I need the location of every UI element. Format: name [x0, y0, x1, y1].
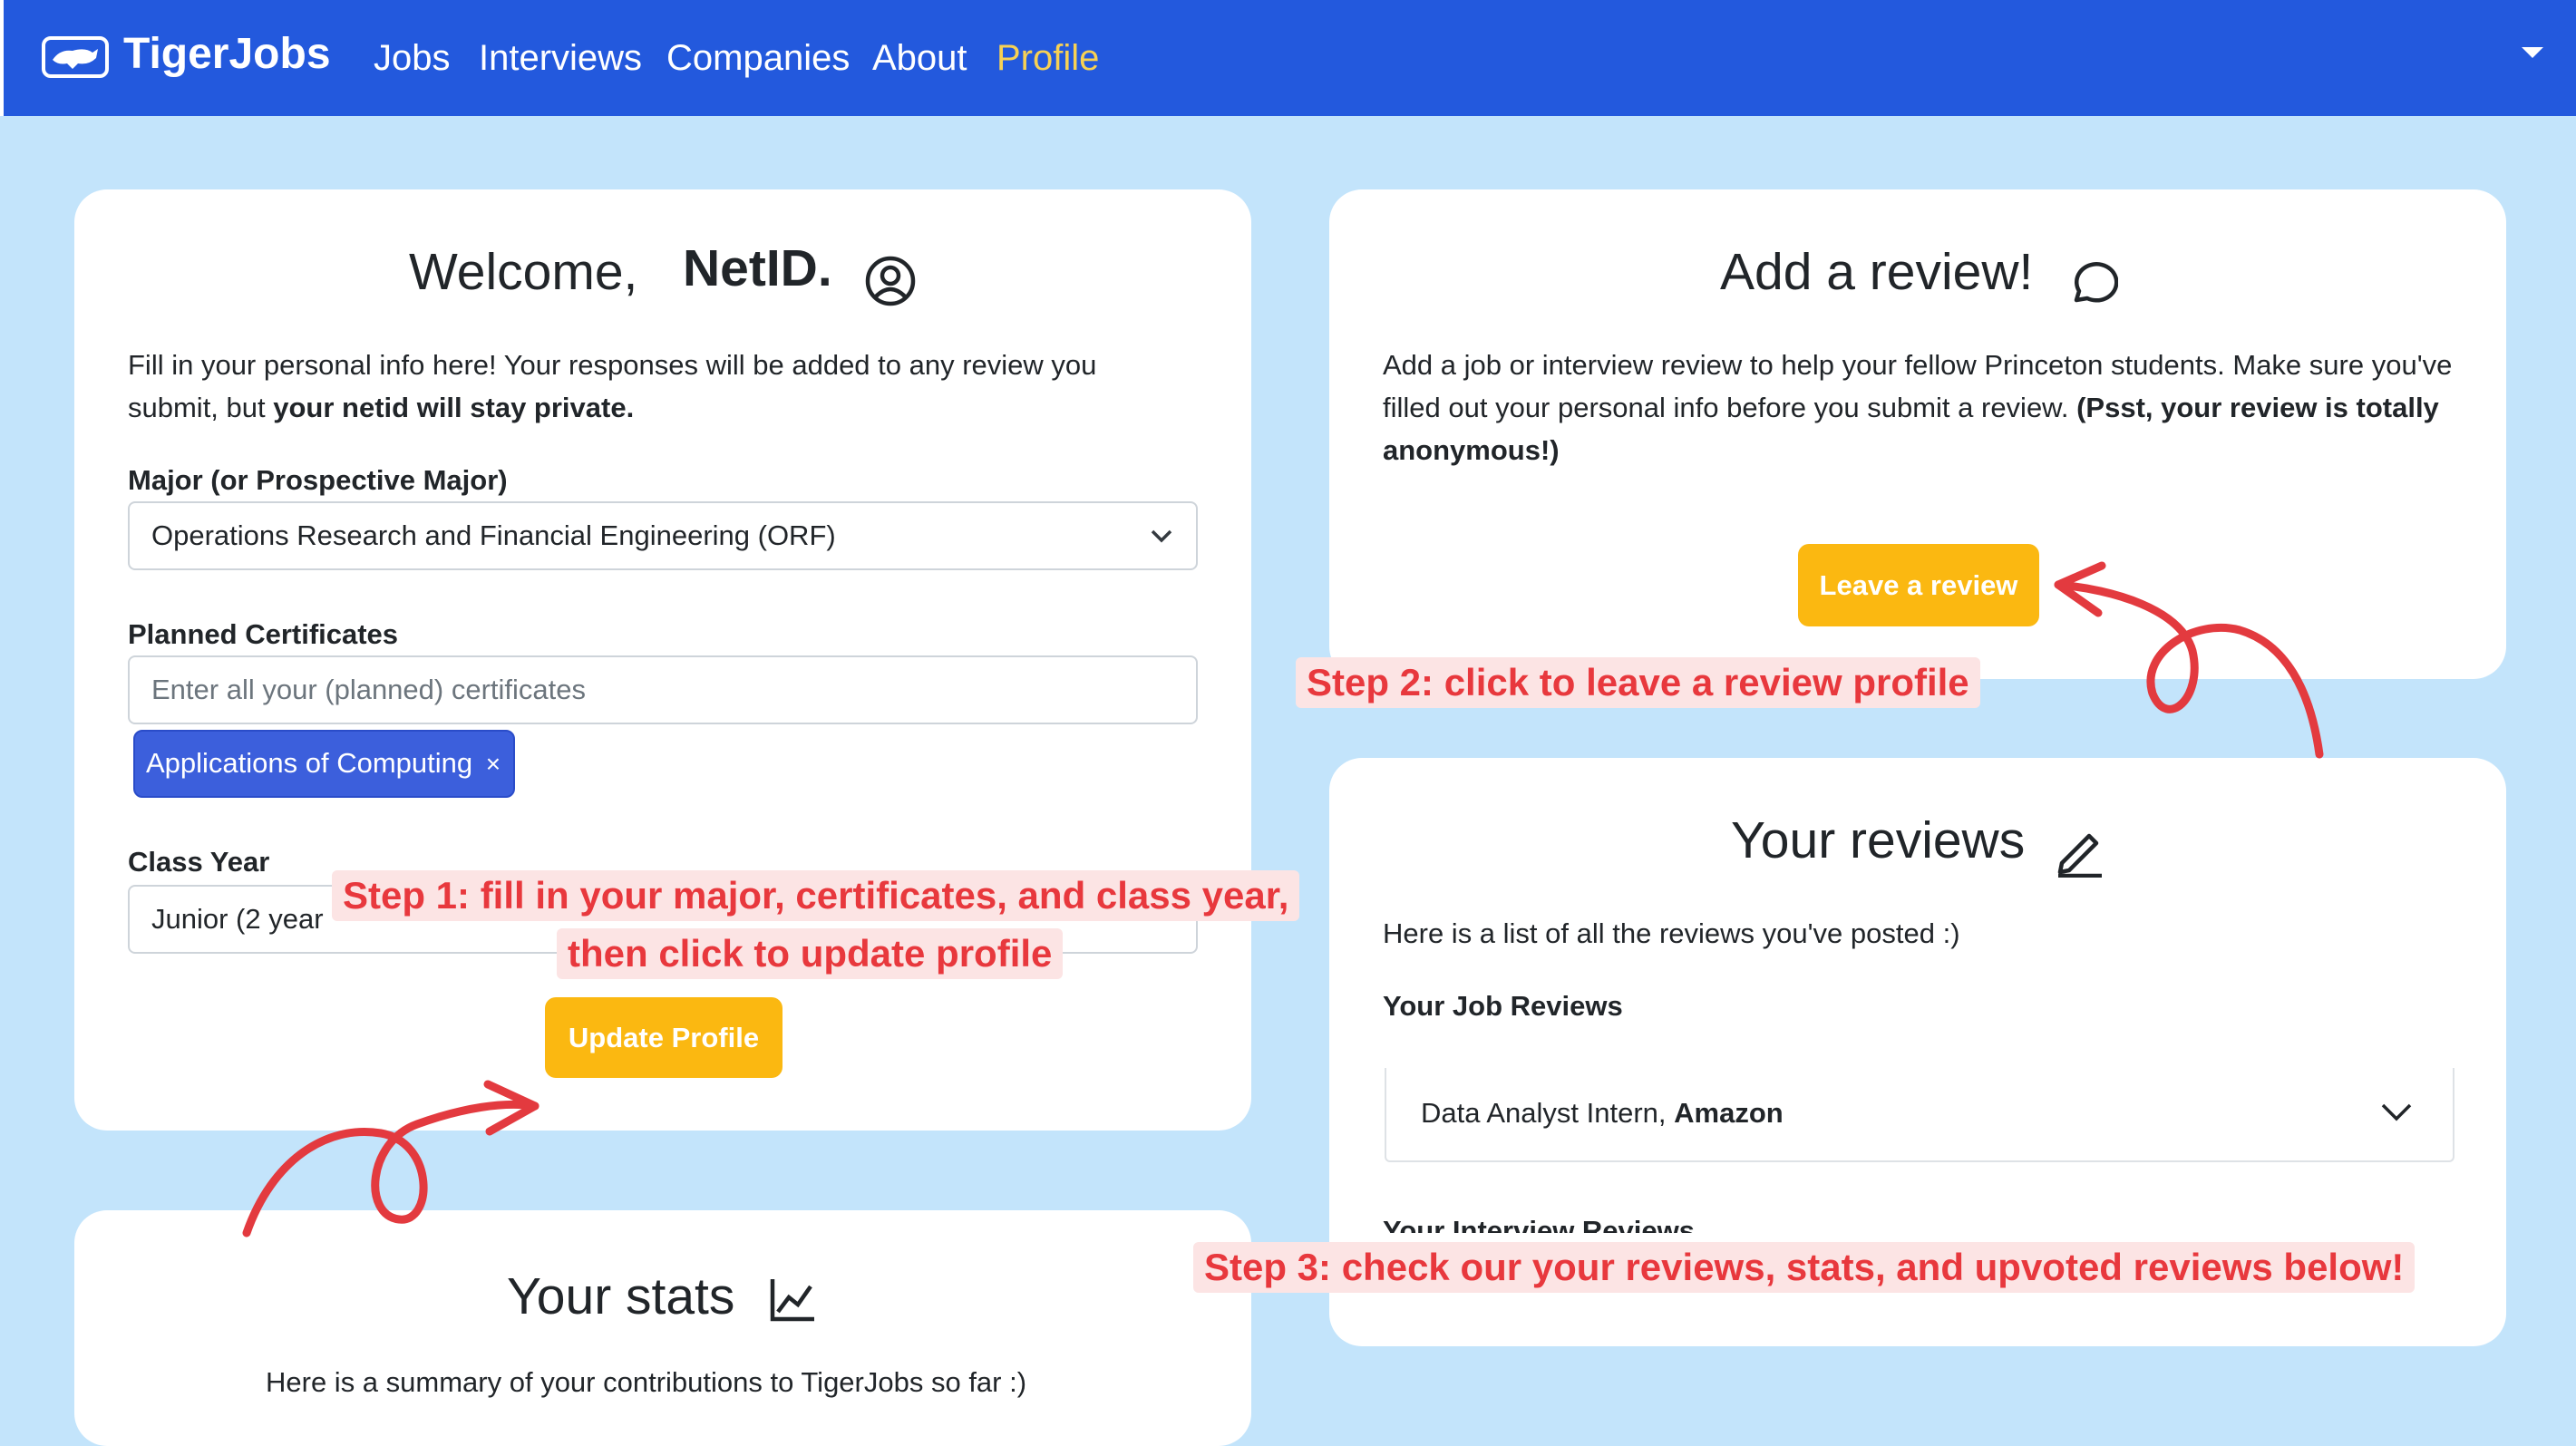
nav-link-interviews[interactable]: Interviews: [479, 33, 642, 83]
tiger-logo-icon[interactable]: [42, 33, 109, 80]
nav-dropdown-caret-icon[interactable]: [2522, 47, 2543, 58]
stats-text: Here is a summary of your contributions …: [266, 1366, 1027, 1398]
chart-line-icon: [770, 1279, 814, 1322]
your-reviews-text: Here is a list of all the reviews you've…: [1383, 917, 1960, 949]
brand-name[interactable]: TigerJobs: [123, 25, 331, 83]
user-circle-icon: [865, 256, 916, 306]
certificates-label: Planned Certificates: [128, 618, 399, 650]
navbar: TigerJobs Jobs Interviews Companies Abou…: [0, 0, 2576, 116]
leave-review-button[interactable]: Leave a review: [1798, 544, 2039, 626]
add-review-card: Add a review! Add a job or interview rev…: [1329, 189, 2506, 679]
step1-annotation-line2: then click to update profile: [557, 928, 1064, 979]
class-year-value: Junior (2 year: [151, 903, 324, 935]
welcome-card: Welcome, NetID. Fill in your personal in…: [74, 189, 1251, 1131]
nav-link-about[interactable]: About: [872, 33, 967, 83]
your-reviews-title: Your reviews: [1731, 811, 2026, 869]
job-review-accordion-item[interactable]: Data Analyst Intern, Amazon: [1385, 1068, 2454, 1162]
certificates-input[interactable]: Enter all your (planned) certificates: [128, 655, 1198, 724]
welcome-greeting: Welcome,: [409, 243, 638, 301]
add-review-title: Add a review!: [1720, 243, 2034, 301]
update-profile-button[interactable]: Update Profile: [545, 997, 783, 1078]
welcome-netid: NetID.: [683, 239, 832, 297]
chip-remove-icon[interactable]: ×: [486, 750, 501, 778]
job-review-item-title: Data Analyst Intern, Amazon: [1421, 1097, 1784, 1129]
major-select-value: Operations Research and Financial Engine…: [151, 519, 836, 551]
interview-reviews-label: Your Interview Reviews: [1383, 1215, 1695, 1233]
welcome-intro: Fill in your personal info here! Your re…: [128, 349, 1097, 423]
chevron-down-icon: [2381, 1103, 2412, 1121]
major-label: Major (or Prospective Major): [128, 464, 508, 496]
certificate-chip-label: Applications of Computing: [146, 747, 473, 779]
job-reviews-label: Your Job Reviews: [1383, 990, 1623, 1022]
step3-annotation: Step 3: check our your reviews, stats, a…: [1193, 1242, 2416, 1293]
pencil-icon: [2057, 833, 2102, 878]
nav-link-companies[interactable]: Companies: [666, 33, 850, 83]
certificate-chip: Applications of Computing ×: [133, 730, 516, 798]
chevron-down-icon: [1151, 529, 1172, 543]
major-select[interactable]: Operations Research and Financial Engine…: [128, 501, 1198, 570]
interview-reviews-label-clip: Your Interview Reviews: [1383, 1213, 1695, 1233]
nav-link-jobs[interactable]: Jobs: [374, 33, 451, 83]
step2-annotation: Step 2: click to leave a review profile: [1296, 657, 1980, 708]
nav-link-profile[interactable]: Profile: [996, 33, 1099, 83]
add-review-text: Add a job or interview review to help yo…: [1383, 349, 2453, 466]
step1-annotation-line1: Step 1: fill in your major, certificates…: [332, 870, 1300, 921]
class-year-label: Class Year: [128, 846, 270, 878]
stats-card: Your stats Here is a summary of your con…: [74, 1210, 1251, 1446]
chat-bubble-icon: [2074, 262, 2118, 303]
certificates-placeholder: Enter all your (planned) certificates: [151, 674, 587, 705]
stats-title: Your stats: [507, 1267, 735, 1325]
